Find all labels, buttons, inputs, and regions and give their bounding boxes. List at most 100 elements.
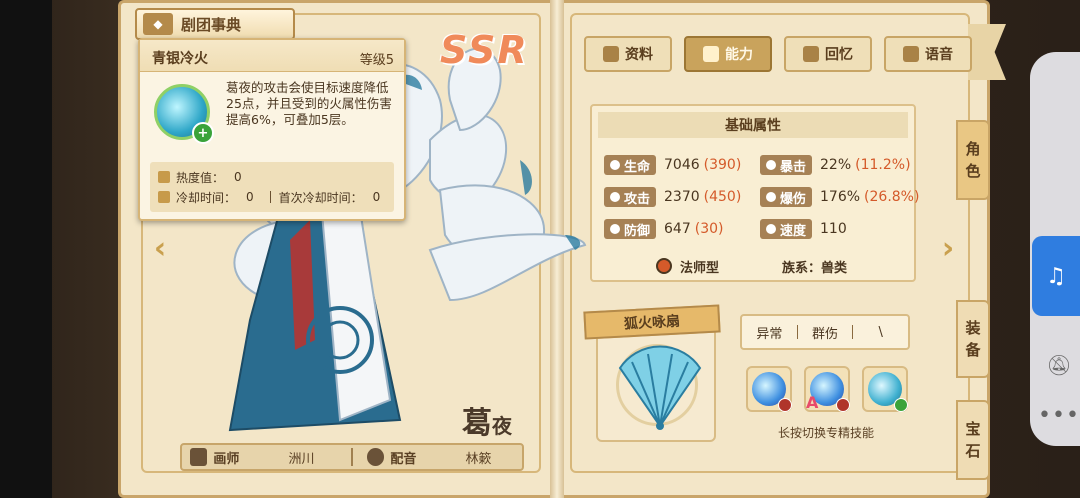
attr-crit-pill: 暴击 [760, 155, 813, 175]
attr-atk: 攻击 2370 (450) [604, 186, 741, 208]
attr-crit-label: 暴击 [780, 159, 807, 175]
document-icon [603, 46, 619, 62]
base-attributes-panel: 基础属性 生命 7046 (390) 暴击 22% (11.2%) 攻击 237… [590, 104, 919, 282]
character-name-small: 夜 [492, 414, 512, 438]
attr-def-base: 647 [664, 221, 691, 237]
cooldown-row: 冷却时间： 0 首次冷却时间： 0 [158, 188, 388, 206]
side-tab-gems[interactable]: 宝石 [956, 400, 990, 480]
tab-abilities[interactable]: 能力 [684, 36, 772, 72]
skill-slot-2[interactable]: A [804, 366, 850, 412]
tooltip-description: 葛夜的攻击会使目标速度降低25点，并且受到的火属性伤害提高6%，可叠加5层。 [226, 80, 392, 127]
attr-hp: 生命 7046 (390) [604, 154, 741, 176]
voice-label: 配音 [390, 451, 417, 467]
first-cooldown-label: 首次冷却时间： [278, 190, 363, 205]
attr-critdmg-pill: 爆伤 [760, 187, 813, 207]
cooldown-value: 0 [246, 190, 254, 204]
attr-hp-base: 7046 [664, 157, 700, 173]
skill-tooltip: 青银冷火 等级5 + 葛夜的攻击会使目标速度降低25点，并且受到的火属性伤害提高… [138, 38, 406, 221]
microphone-icon [366, 448, 385, 466]
attr-atk-label: 攻击 [624, 191, 651, 207]
attr-critdmg-label: 爆伤 [780, 191, 807, 207]
next-character-arrow[interactable]: › [934, 230, 962, 266]
attr-crit: 暴击 22% (11.2%) [760, 154, 911, 176]
side-tab-character[interactable]: 角色 [956, 120, 990, 200]
fan-weapon-icon [618, 345, 702, 430]
cooldown-label: 冷却时间： [176, 190, 237, 205]
plus-badge-icon: + [192, 122, 214, 144]
skill-tag-anomaly: 异常 [756, 326, 783, 342]
tab-memories-label: 回忆 [825, 47, 853, 63]
class-type: 法师型 [656, 256, 719, 276]
side-tab-character-label: 角色 [965, 140, 981, 180]
crit-icon [766, 160, 776, 170]
attr-def-bonus: (30) [694, 221, 724, 237]
screen-edge [0, 0, 52, 498]
attr-spd-pill: 速度 [760, 219, 813, 239]
tab-abilities-label: 能力 [725, 47, 753, 63]
credits-bar: 画师 洲川 配音 林簌 [180, 443, 524, 471]
attr-critdmg-bonus: (26.8%) [864, 189, 920, 205]
skill-tag-aoe: 群伤 [812, 326, 839, 342]
more-options-icon[interactable]: ••• [1038, 400, 1079, 430]
tab-voice[interactable]: 语音 [884, 36, 972, 72]
a-badge-icon: A [806, 393, 819, 412]
lock-badge-icon [836, 398, 850, 412]
attr-spd: 速度 110 [760, 218, 851, 240]
character-name: 葛夜 [462, 398, 512, 442]
attr-crit-bonus: (11.2%) [855, 157, 911, 173]
prev-character-arrow[interactable]: ‹ [146, 230, 174, 266]
burst-icon [766, 192, 776, 202]
artist-name: 洲川 [288, 451, 315, 467]
attr-spd-label: 速度 [780, 223, 807, 239]
attr-critdmg-base: 176% [820, 189, 861, 205]
base-attributes-title: 基础属性 [598, 112, 908, 138]
attr-crit-base: 22% [820, 157, 852, 173]
heat-row: 热度值： 0 [158, 168, 250, 186]
attr-hp-label: 生命 [624, 159, 651, 175]
attr-critdmg: 爆伤 176% (26.8%) [760, 186, 919, 208]
artist-label: 画师 [213, 451, 240, 467]
attr-spd-base: 110 [820, 221, 847, 237]
tab-voice-label: 语音 [925, 47, 953, 63]
attr-hp-bonus: (390) [703, 157, 742, 173]
ability-icon [703, 46, 719, 62]
voice-actor-name: 林簌 [465, 451, 492, 467]
tab-profile[interactable]: 资料 [584, 36, 672, 72]
hourglass-icon [158, 191, 170, 203]
race-type: 族系：兽类 [782, 256, 847, 276]
skill-tags: 异常 群伤 \ [740, 314, 910, 350]
heart-icon [610, 160, 620, 170]
bookmark-icon: ◆ [143, 13, 173, 35]
attr-atk-base: 2370 [664, 189, 700, 205]
side-tab-gems-label: 宝石 [965, 420, 981, 460]
attr-def: 防御 647 (30) [604, 218, 724, 240]
attr-def-pill: 防御 [604, 219, 657, 239]
heat-icon [158, 171, 170, 183]
character-name-big: 葛 [462, 406, 492, 441]
skill-slot-3[interactable] [862, 366, 908, 412]
tooltip-stats: 热度值： 0 冷却时间： 0 首次冷却时间： 0 [150, 162, 394, 212]
heat-value: 0 [234, 170, 242, 184]
race-type-label: 族系：兽类 [782, 260, 848, 276]
skill-tag-empty: \ [878, 324, 883, 340]
plus-badge-icon [894, 398, 908, 412]
tooltip-header: 青银冷火 等级5 [140, 40, 404, 72]
side-tab-equipment[interactable]: 装备 [956, 300, 990, 378]
attr-hp-pill: 生命 [604, 155, 657, 175]
heat-label: 热度值： [176, 170, 225, 185]
sword-icon [610, 192, 620, 202]
artist-icon [190, 448, 208, 466]
credits-divider [351, 448, 353, 466]
rarity-badge: SSR [440, 28, 529, 72]
music-note-icon[interactable]: ♫ [1032, 236, 1080, 316]
boot-icon [766, 224, 776, 234]
bell-muted-icon[interactable]: 🔕︎ [1044, 350, 1074, 380]
attr-atk-pill: 攻击 [604, 187, 657, 207]
class-type-label: 法师型 [680, 260, 720, 276]
skill-slot-1[interactable] [746, 366, 792, 412]
attr-atk-bonus: (450) [703, 189, 742, 205]
voice-icon [903, 46, 919, 62]
tab-profile-label: 资料 [625, 47, 653, 63]
heart-icon [803, 46, 819, 62]
tab-memories[interactable]: 回忆 [784, 36, 872, 72]
